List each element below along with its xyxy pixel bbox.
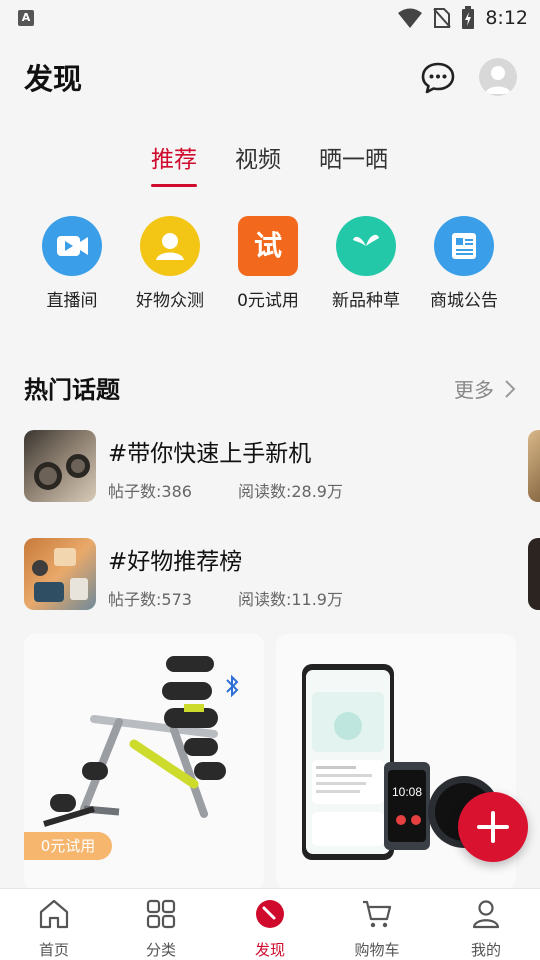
plus-icon — [477, 811, 509, 843]
nav-label: 我的 — [470, 941, 501, 959]
cart-icon — [363, 900, 392, 928]
more-label: 更多 — [454, 378, 494, 402]
app-header: 发现 — [0, 44, 540, 110]
nav-discover[interactable]: 发现 — [230, 897, 310, 960]
nav-profile[interactable]: 我的 — [446, 897, 526, 960]
notification-a-icon: A — [18, 10, 34, 26]
profile-icon — [472, 900, 500, 929]
trial-icon: 试 — [238, 216, 298, 276]
battery-charging-icon — [462, 6, 475, 29]
notice-icon — [434, 216, 494, 276]
nav-label: 首页 — [38, 941, 69, 959]
post-count: 帖子数:573 — [108, 590, 192, 609]
hot-topics-header: 热门话题 更多 — [0, 368, 540, 408]
nav-cart[interactable]: 购物车 — [337, 897, 417, 960]
live-video-icon — [42, 216, 102, 276]
quick-entry-label: 直播间 — [46, 291, 98, 311]
user-avatar-icon — [485, 66, 511, 94]
topic-thumbnail — [24, 430, 96, 502]
quick-entry-live[interactable]: 直播间 — [22, 216, 122, 311]
svg-text:10:08: 10:08 — [392, 785, 422, 799]
read-count: 阅读数:28.9万 — [237, 482, 343, 501]
quick-entry-label: 0元试用 — [237, 291, 299, 311]
topic-item[interactable]: #好物推荐榜 帖子数:573 阅读数:11.9万 — [24, 538, 524, 610]
wifi-icon — [398, 8, 423, 28]
new-sprout-icon: NEW — [336, 216, 396, 276]
nav-home[interactable]: 首页 — [14, 897, 94, 960]
chat-bubble-icon — [421, 62, 455, 94]
avatar[interactable] — [479, 58, 517, 96]
user-test-icon — [140, 216, 200, 276]
section-title: 热门话题 — [24, 376, 120, 404]
no-sim-icon — [433, 8, 452, 28]
category-grid-icon — [146, 899, 176, 929]
discover-icon — [256, 900, 284, 928]
page-title: 发现 — [24, 62, 83, 96]
home-icon — [39, 899, 69, 929]
topic-peek-thumbnail — [528, 430, 540, 502]
product-card-fitness[interactable]: 0元试用 — [24, 634, 264, 890]
read-count: 阅读数:11.9万 — [237, 590, 343, 609]
quick-entry-notice[interactable]: 商城公告 — [414, 216, 514, 311]
bluetooth-icon — [226, 674, 239, 698]
quick-entry-test[interactable]: 好物众测 — [120, 216, 220, 311]
topic-title: #带你快速上手新机 — [108, 441, 312, 467]
nav-label: 分类 — [145, 941, 176, 959]
quick-entry-new[interactable]: NEW 新品种草 — [316, 216, 416, 311]
chevron-right-icon — [505, 379, 516, 398]
quick-entry-label: 商城公告 — [430, 291, 498, 311]
status-icons: 8:12 — [397, 6, 528, 30]
topic-stats: 帖子数:573 阅读数:11.9万 — [108, 586, 343, 610]
tab-video[interactable]: 视频 — [235, 140, 281, 174]
message-button[interactable] — [420, 60, 456, 96]
topic-stats: 帖子数:386 阅读数:28.9万 — [108, 478, 343, 502]
topic-peek-thumbnail — [528, 538, 540, 610]
nav-label: 购物车 — [354, 941, 400, 959]
tab-recommend[interactable]: 推荐 — [151, 140, 197, 174]
more-button[interactable]: 更多 — [454, 374, 516, 403]
bottom-nav: 首页 分类 发现 购物车 我的 — [0, 888, 540, 960]
topic-thumbnail — [24, 538, 96, 610]
trial-badge: 0元试用 — [24, 832, 112, 860]
topic-title: #好物推荐榜 — [108, 549, 243, 575]
status-bar: A 8:12 — [0, 0, 540, 36]
tab-active-indicator — [151, 184, 197, 187]
tab-bar: 推荐 视频 晒一晒 — [0, 140, 540, 190]
quick-entries: 直播间 好物众测 试 0元试用 NEW 新品种草 商城公告 — [0, 216, 540, 316]
post-count: 帖子数:386 — [108, 482, 192, 501]
tab-share[interactable]: 晒一晒 — [319, 140, 388, 174]
quick-entry-label: 好物众测 — [136, 291, 204, 311]
nav-label: 发现 — [254, 941, 285, 959]
create-post-button[interactable] — [458, 792, 528, 862]
topic-item[interactable]: #带你快速上手新机 帖子数:386 阅读数:28.9万 — [24, 430, 524, 502]
quick-entry-label: 新品种草 — [332, 291, 400, 311]
nav-category[interactable]: 分类 — [121, 897, 201, 960]
status-time: 8:12 — [485, 7, 528, 29]
quick-entry-trial[interactable]: 试 0元试用 — [218, 216, 318, 311]
